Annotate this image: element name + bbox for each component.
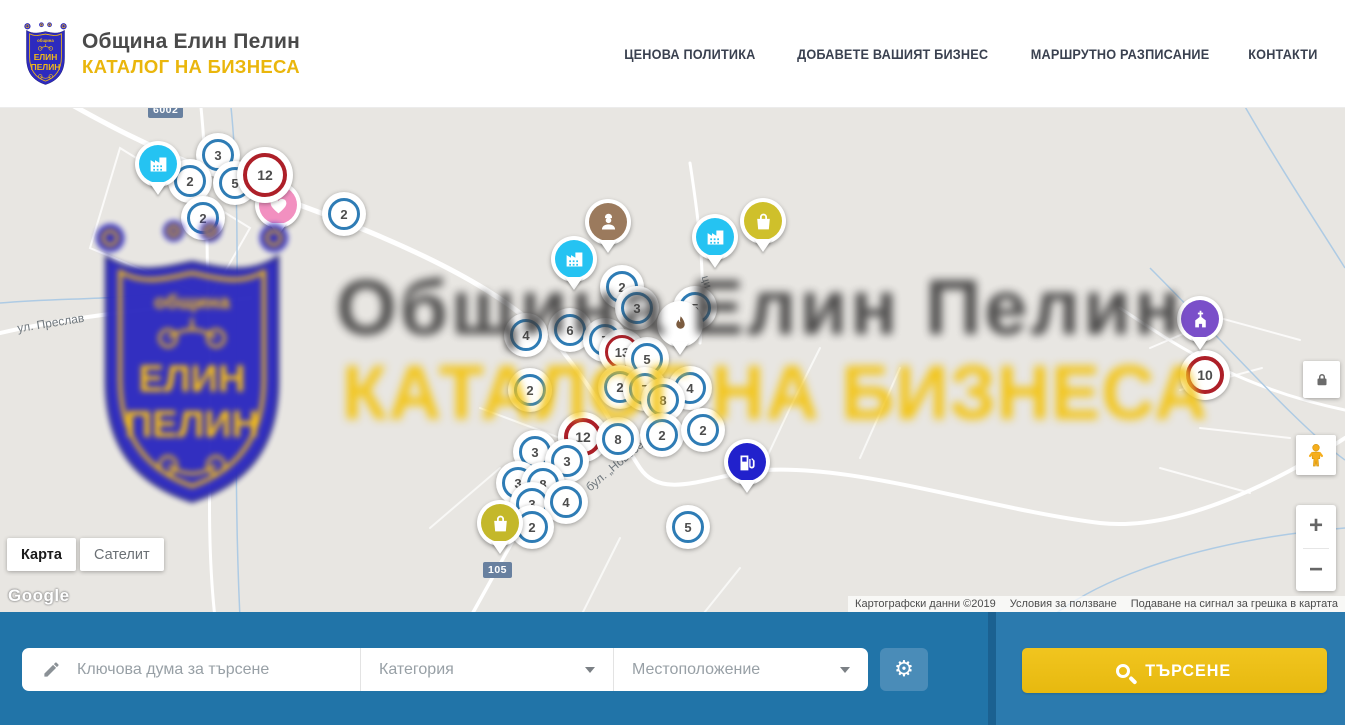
map-pin-church[interactable] [1177,296,1223,342]
pencil-icon [42,660,61,679]
map-pin-fuel[interactable] [724,439,770,485]
flame-icon [670,314,691,335]
bag-icon [753,211,774,232]
site-subtitle: КАТАЛОГ НА БИЗНЕСА [82,56,300,78]
map-cluster-marker[interactable]: 2 [681,408,725,452]
map-cluster-marker[interactable]: 2 [508,368,552,412]
pin-tail [599,240,617,262]
map-type-control: Карта Сателит [7,538,164,571]
pin-tail [565,277,583,299]
bag-icon [490,513,511,534]
pin-tail [1191,337,1209,359]
attribution-report-error-link[interactable]: Подаване на сигнал за грешка в картата [1124,598,1345,610]
map-type-map-button[interactable]: Карта [7,538,76,571]
chevron-down-icon [585,667,595,673]
map-cluster-marker[interactable]: 2 [181,196,225,240]
worker-icon [598,212,619,233]
map-pin-building[interactable] [135,141,181,187]
map-pin-building[interactable] [692,214,738,260]
google-logo[interactable]: Google [8,586,70,606]
pin-tail [738,480,756,502]
search-submit-button[interactable]: ТЪРСЕНЕ [1022,648,1327,693]
nav-item-contacts[interactable]: КОНТАКТИ [1248,47,1317,62]
pin-tail [149,182,167,204]
map-cluster-marker[interactable]: 3 [615,286,659,330]
building-icon [148,154,169,175]
map-cluster-marker[interactable]: 12 [237,147,293,203]
category-select[interactable]: Категория [360,648,613,691]
map-cluster-marker[interactable]: 2 [322,192,366,236]
street-view-pegman-button[interactable] [1296,435,1336,475]
nav-item-add-business[interactable]: ДОБАВЕТЕ ВАШИЯТ БИЗНЕС [797,47,988,62]
category-select-value: Категория [379,661,454,679]
search-submit-panel: ТЪРСЕНЕ [988,612,1345,725]
zoom-out-button[interactable]: − [1296,549,1336,592]
map-pin-bag[interactable] [740,198,786,244]
map-markers-layer: 3 2 5 12 2 2 2 3 5 6 4 7 13 5 2 2 7 4 [0,108,1345,612]
location-select-value: Местоположение [632,661,760,679]
map-cluster-marker[interactable]: 4 [504,313,548,357]
nav-item-pricing[interactable]: ЦЕНОВА ПОЛИТИКА [624,47,755,62]
nav-item-schedule[interactable]: МАРШРУТНО РАЗПИСАНИЕ [1031,47,1210,62]
map-pin-building[interactable] [551,236,597,282]
map-zoom-control: + − [1296,505,1336,591]
map-cluster-marker[interactable]: 5 [666,505,710,549]
search-bar: Категория Местоположение ⚙ ТЪРСЕНЕ [0,612,1345,725]
search-settings-button[interactable]: ⚙ [880,648,928,691]
zoom-in-button[interactable]: + [1296,505,1336,548]
pin-tail [671,342,689,364]
map-canvas[interactable]: 6002 105 ул. Преслав бул. „Новосел ци 3 … [0,108,1345,612]
site-logo[interactable]: Община Елин Пелин КАТАЛОГ НА БИЗНЕСА [22,21,300,87]
gear-icon: ⚙ [894,659,914,681]
site-header: Община Елин Пелин КАТАЛОГ НА БИЗНЕСА ЦЕН… [0,0,1345,108]
keyword-field[interactable] [22,648,360,691]
municipality-emblem-icon [22,21,69,87]
pin-tail [491,541,509,563]
keyword-input[interactable] [75,660,360,680]
map-attribution: Картографски данни ©2019 Условия за полз… [848,596,1345,612]
main-nav: ЦЕНОВА ПОЛИТИКА ДОБАВЕТЕ ВАШИЯТ БИЗНЕС М… [620,0,1320,108]
chevron-down-icon [840,667,850,673]
search-icon [1116,664,1130,678]
pin-tail [706,255,724,277]
attribution-copyright: Картографски данни ©2019 [848,598,1003,610]
search-submit-label: ТЪРСЕНЕ [1145,661,1231,681]
map-pin-flame[interactable] [657,301,703,347]
search-input-group: Категория Местоположение [22,648,868,691]
church-icon [1190,309,1211,330]
pin-tail [269,223,287,245]
pegman-icon [1305,442,1327,468]
map-cluster-marker[interactable]: 2 [640,413,684,457]
building-icon [705,227,726,248]
map-lock-button[interactable] [1303,361,1340,398]
map-pin-bag[interactable] [477,500,523,546]
pin-tail [754,239,772,261]
location-select[interactable]: Местоположение [613,648,868,691]
map-type-satellite-button[interactable]: Сателит [80,538,164,571]
fuel-icon [737,452,758,473]
lock-icon [1313,371,1331,389]
map-cluster-marker[interactable]: 8 [596,417,640,461]
site-title: Община Елин Пелин [82,30,300,54]
building-icon [564,249,585,270]
attribution-terms-link[interactable]: Условия за ползване [1003,598,1124,610]
